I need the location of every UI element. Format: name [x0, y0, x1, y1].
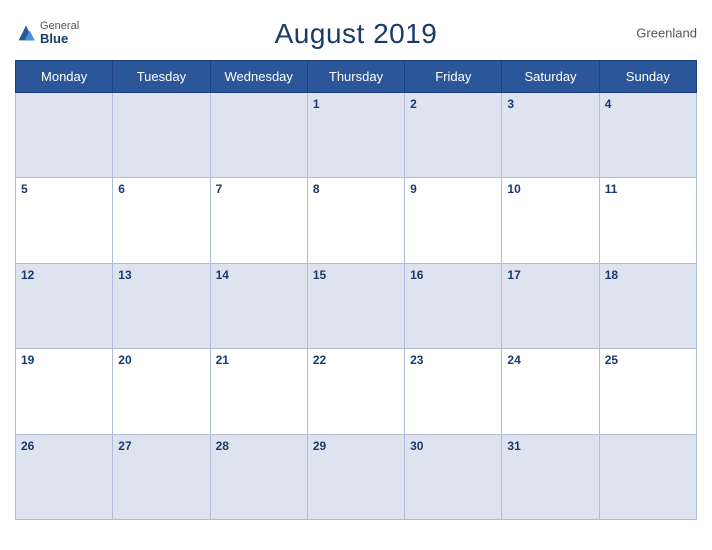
day-number: 10	[507, 182, 520, 196]
day-number: 16	[410, 268, 423, 282]
logo-icon	[15, 22, 37, 44]
day-number: 3	[507, 97, 514, 111]
logo-text: General Blue	[40, 21, 79, 45]
calendar-table: Monday Tuesday Wednesday Thursday Friday…	[15, 60, 697, 520]
calendar-cell: 8	[307, 178, 404, 263]
day-number: 1	[313, 97, 320, 111]
header-saturday: Saturday	[502, 61, 599, 93]
calendar-cell: 15	[307, 263, 404, 348]
calendar-cell: 26	[16, 434, 113, 519]
calendar-header: General Blue August 2019 Greenland	[15, 10, 697, 56]
day-number: 27	[118, 439, 131, 453]
day-number: 20	[118, 353, 131, 367]
day-number: 22	[313, 353, 326, 367]
calendar-cell: 9	[405, 178, 502, 263]
calendar-cell: 7	[210, 178, 307, 263]
weekday-header-row: Monday Tuesday Wednesday Thursday Friday…	[16, 61, 697, 93]
day-number: 8	[313, 182, 320, 196]
calendar-week-row: 26 27 28 29 30 31	[16, 434, 697, 519]
day-number: 2	[410, 97, 417, 111]
logo-blue-label: Blue	[40, 32, 79, 45]
calendar-cell: 4	[599, 93, 696, 178]
day-number: 30	[410, 439, 423, 453]
day-number: 21	[216, 353, 229, 367]
calendar-cell: 25	[599, 349, 696, 434]
calendar-cell	[599, 434, 696, 519]
calendar-week-row: 12 13 14 15 16 17 18	[16, 263, 697, 348]
day-number: 31	[507, 439, 520, 453]
calendar-cell	[210, 93, 307, 178]
calendar-cell: 12	[16, 263, 113, 348]
header-monday: Monday	[16, 61, 113, 93]
day-number: 17	[507, 268, 520, 282]
day-number: 13	[118, 268, 131, 282]
calendar-cell: 6	[113, 178, 210, 263]
calendar-cell: 5	[16, 178, 113, 263]
calendar-cell: 1	[307, 93, 404, 178]
calendar-cell: 30	[405, 434, 502, 519]
calendar-title: August 2019	[275, 18, 438, 50]
header-tuesday: Tuesday	[113, 61, 210, 93]
day-number: 18	[605, 268, 618, 282]
calendar-cell: 18	[599, 263, 696, 348]
day-number: 19	[21, 353, 34, 367]
calendar-cell: 21	[210, 349, 307, 434]
calendar-week-row: 19 20 21 22 23 24 25	[16, 349, 697, 434]
calendar-cell: 2	[405, 93, 502, 178]
calendar-cell: 23	[405, 349, 502, 434]
day-number: 24	[507, 353, 520, 367]
day-number: 29	[313, 439, 326, 453]
day-number: 9	[410, 182, 417, 196]
calendar-body: 1234567891011121314151617181920212223242…	[16, 93, 697, 520]
logo-area: General Blue	[15, 21, 79, 45]
calendar-cell: 3	[502, 93, 599, 178]
day-number: 15	[313, 268, 326, 282]
calendar-cell: 20	[113, 349, 210, 434]
day-number: 14	[216, 268, 229, 282]
day-number: 26	[21, 439, 34, 453]
calendar-cell	[113, 93, 210, 178]
calendar-cell: 27	[113, 434, 210, 519]
region-label: Greenland	[636, 26, 697, 41]
day-number: 23	[410, 353, 423, 367]
calendar-cell: 17	[502, 263, 599, 348]
calendar-cell: 31	[502, 434, 599, 519]
calendar-cell: 13	[113, 263, 210, 348]
calendar-cell: 16	[405, 263, 502, 348]
calendar-week-row: 5 6 7 8 9 10 11	[16, 178, 697, 263]
calendar-container: General Blue August 2019 Greenland Monda…	[0, 0, 712, 550]
header-thursday: Thursday	[307, 61, 404, 93]
day-number: 25	[605, 353, 618, 367]
header-sunday: Sunday	[599, 61, 696, 93]
calendar-cell: 14	[210, 263, 307, 348]
calendar-cell: 11	[599, 178, 696, 263]
calendar-cell: 24	[502, 349, 599, 434]
header-friday: Friday	[405, 61, 502, 93]
day-number: 11	[605, 182, 618, 196]
calendar-cell: 10	[502, 178, 599, 263]
calendar-week-row: 1 2 3 4	[16, 93, 697, 178]
calendar-thead: Monday Tuesday Wednesday Thursday Friday…	[16, 61, 697, 93]
day-number: 6	[118, 182, 125, 196]
day-number: 4	[605, 97, 612, 111]
calendar-cell: 22	[307, 349, 404, 434]
day-number: 5	[21, 182, 28, 196]
day-number: 12	[21, 268, 34, 282]
header-wednesday: Wednesday	[210, 61, 307, 93]
calendar-cell: 28	[210, 434, 307, 519]
day-number: 7	[216, 182, 223, 196]
calendar-cell: 19	[16, 349, 113, 434]
calendar-cell	[16, 93, 113, 178]
calendar-cell: 29	[307, 434, 404, 519]
day-number: 28	[216, 439, 229, 453]
